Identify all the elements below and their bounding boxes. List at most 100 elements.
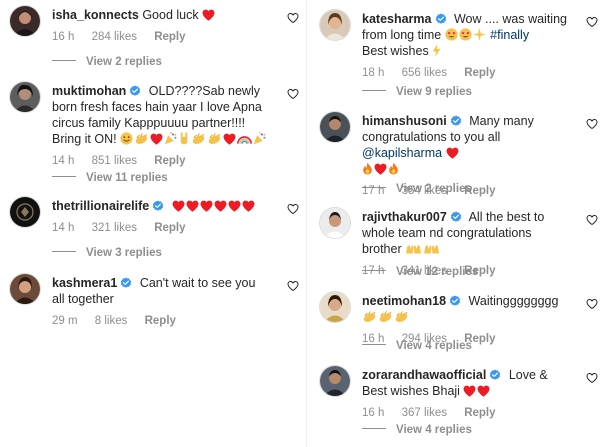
reply-button[interactable]: Reply [464,67,495,79]
emoji-group [172,199,256,213]
rainbow-icon [237,134,252,145]
like-heart-icon[interactable] [586,298,598,310]
avatar[interactable] [320,112,350,142]
avatar[interactable] [10,197,40,227]
username[interactable]: kashmera1 [52,276,117,290]
sparkle-icon [473,28,486,41]
timestamp: 29 m [52,315,78,327]
fire-icon [388,162,399,175]
view-replies-button[interactable]: View 2 replies [362,183,472,195]
clap-icon [207,133,222,145]
like-heart-icon[interactable] [586,214,598,226]
like-heart-icon[interactable] [287,203,299,215]
username[interactable]: rajivthakur007 [362,210,447,224]
comment-body: neetimohan18 Waitingggggggg 16 h 294 lik… [362,293,574,347]
comment-text-line2: Best wishes [362,44,429,58]
avatar[interactable] [320,208,350,238]
column-divider [306,0,307,447]
avatar[interactable] [10,274,40,304]
view-replies-label: View 2 replies [86,56,162,68]
username[interactable]: isha_konnects [52,8,139,22]
view-replies-label: View 4 replies [396,340,472,352]
clap-icon [362,311,377,323]
view-replies-button[interactable]: View 12 replies [362,266,478,278]
avatar[interactable] [10,6,40,36]
view-replies-button[interactable]: View 11 replies [52,172,168,184]
reply-button[interactable]: Reply [464,407,495,419]
like-count[interactable]: 367 likes [402,407,447,419]
verified-badge-icon [449,295,461,307]
red-heart-icon [186,200,199,212]
red-heart-icon [150,133,163,145]
like-count[interactable]: 656 likes [402,67,447,79]
timestamp: 16 h [52,31,75,43]
verified-badge-icon [120,277,132,289]
avatar[interactable] [10,82,40,112]
like-heart-icon[interactable] [287,88,299,100]
comment-meta: 14 h 321 likes Reply [52,220,275,236]
clap-icon [378,311,393,323]
avatar[interactable] [320,10,350,40]
like-heart-icon[interactable] [586,16,598,28]
view-replies-label: View 2 replies [396,183,472,195]
red-heart-icon [242,200,255,212]
mention-link[interactable]: @kapilsharma [362,146,442,160]
comment-body: isha_konnects Good luck 16 h 284 likes R… [52,7,275,45]
divider-dash [52,251,76,252]
username[interactable]: muktimohan [52,84,126,98]
reply-button[interactable]: Reply [154,31,185,43]
lightning-icon [432,44,441,57]
view-replies-button[interactable]: View 9 replies [362,86,472,98]
reply-button[interactable]: Reply [145,315,176,327]
divider-dash [362,90,386,91]
clap-icon [394,311,409,323]
comment-text: Waitingggggggg [468,294,559,308]
timestamp: 18 h [362,67,385,79]
divider-dash [52,176,76,177]
username[interactable]: thetrillionairelife [52,199,149,213]
username[interactable]: katesharma [362,12,432,26]
comment-meta: 16 h 367 likes Reply [362,405,574,421]
red-heart-icon [374,163,387,175]
right-comments-column: katesharma Wow .... was waiting from lon… [310,0,604,447]
red-heart-icon [228,200,241,212]
view-replies-button[interactable]: View 4 replies [362,424,472,436]
view-replies-button[interactable]: View 2 replies [52,56,162,68]
like-heart-icon[interactable] [287,12,299,24]
red-heart-icon [446,147,459,159]
avatar[interactable] [320,292,350,322]
party-popper-icon [253,132,266,145]
like-count[interactable]: 8 likes [95,315,128,327]
view-replies-button[interactable]: View 4 replies [362,340,472,352]
red-heart-icon [477,385,490,397]
verified-badge-icon [435,13,447,25]
timestamp: 14 h [52,155,75,167]
like-count[interactable]: 284 likes [92,31,137,43]
like-count[interactable]: 321 likes [92,222,137,234]
view-replies-button[interactable]: View 3 replies [52,247,162,259]
hashtag-link[interactable]: #finally [490,28,529,42]
username[interactable]: neetimohan18 [362,294,446,308]
like-heart-icon[interactable] [586,372,598,384]
divider-dash [52,60,76,61]
view-replies-label: View 4 replies [396,424,472,436]
comment-body: thetrillionairelife 14 h 321 likes Reply [52,198,275,236]
clap-icon [134,133,149,145]
heart-eyes-icon [459,28,472,41]
avatar[interactable] [320,366,350,396]
comment-body: katesharma Wow .... was waiting from lon… [362,11,574,81]
like-count[interactable]: 851 likes [92,155,137,167]
like-heart-icon[interactable] [287,280,299,292]
heart-eyes-icon [445,28,458,41]
username[interactable]: zorarandhawaofficial [362,368,486,382]
reply-button[interactable]: Reply [154,155,185,167]
comment-meta: 14 h 851 likes Reply [52,153,275,169]
comment-body: zorarandhawaofficial Love & Best wishes … [362,367,574,421]
username[interactable]: himanshusoni [362,114,447,128]
like-heart-icon[interactable] [586,118,598,130]
verified-badge-icon [152,200,164,212]
verified-badge-icon [129,85,141,97]
divider-dash [362,187,386,188]
clap-icon [191,133,206,145]
reply-button[interactable]: Reply [154,222,185,234]
